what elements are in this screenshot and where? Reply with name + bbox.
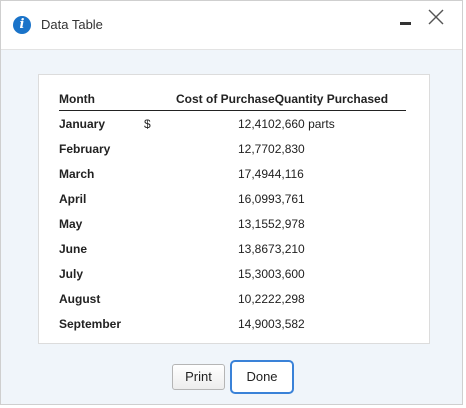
close-button[interactable]: [425, 6, 447, 28]
dialog-content: Month Cost of Purchase Quantity Purchase…: [1, 50, 462, 404]
cell-cost: 15,300: [238, 266, 275, 281]
cell-quantity: 2,978: [274, 216, 305, 231]
title-bar: i Data Table: [1, 1, 462, 50]
cell-month: March: [59, 166, 95, 181]
cell-currency: [144, 186, 176, 211]
table-row: June 13,867 3,210: [59, 236, 406, 261]
cell-quantity: 3,582: [274, 316, 305, 331]
cell-currency: [144, 286, 176, 311]
cell-quantity: 4,116: [274, 166, 304, 181]
cell-quantity: 2,660 parts: [274, 116, 335, 131]
cell-month: January: [59, 116, 106, 131]
table-row: May 13,155 2,978: [59, 211, 406, 236]
close-icon: [428, 9, 444, 25]
cell-quantity: 3,600: [274, 266, 305, 281]
cell-quantity: 3,761: [274, 191, 305, 206]
data-table-dialog: i Data Table Month Cost of Purchase Quan…: [0, 0, 463, 405]
table-body: January $12,410 2,660 parts February 12,770 2…: [59, 111, 406, 337]
header-spacer: [144, 91, 176, 111]
cell-month: June: [59, 241, 88, 256]
table-row: April 16,099 3,761: [59, 186, 406, 211]
table-row: September 14,900 3,582: [59, 311, 406, 336]
cell-currency: [144, 211, 176, 236]
cell-cost: 12,410: [238, 116, 275, 131]
table-header-row: Month Cost of Purchase Quantity Purchase…: [59, 91, 406, 111]
table-panel: Month Cost of Purchase Quantity Purchase…: [38, 74, 430, 344]
cell-cost: 13,155: [238, 216, 275, 231]
cell-cost: 17,494: [238, 166, 275, 181]
table-row: February 12,770 2,830: [59, 136, 406, 161]
cell-month: September: [59, 316, 122, 331]
cell-cost: 13,867: [238, 241, 275, 256]
print-button[interactable]: Print: [172, 364, 225, 390]
minimize-icon: [400, 22, 411, 25]
cell-currency: $: [144, 116, 151, 131]
cell-month: August: [59, 291, 101, 306]
cell-month: February: [59, 141, 111, 156]
table-row: January $12,410 2,660 parts: [59, 111, 406, 137]
cell-cost: 10,222: [238, 291, 275, 306]
done-button[interactable]: Done: [230, 360, 294, 394]
cell-quantity: 2,298: [274, 291, 305, 306]
cell-currency: [144, 311, 176, 336]
cell-currency: [144, 161, 176, 186]
cell-quantity: 3,210: [274, 241, 305, 256]
table-row: August 10,222 2,298: [59, 286, 406, 311]
cell-cost: 12,770: [238, 141, 275, 156]
cell-cost: 14,900: [238, 316, 275, 331]
minimize-button[interactable]: [397, 11, 415, 29]
header-month: Month: [59, 91, 144, 111]
table-row: March 17,494 4,116: [59, 161, 406, 186]
cell-currency: [144, 136, 176, 161]
cell-quantity: 2,830: [274, 141, 305, 156]
cell-currency: [144, 261, 176, 286]
dialog-title: Data Table: [41, 17, 103, 32]
cell-month: July: [59, 266, 84, 281]
data-table: Month Cost of Purchase Quantity Purchase…: [59, 91, 406, 336]
cell-month: April: [59, 191, 87, 206]
cell-cost: 16,099: [238, 191, 275, 206]
cell-month: May: [59, 216, 83, 231]
table-row: July 15,300 3,600: [59, 261, 406, 286]
header-quantity: Quantity Purchased: [274, 91, 406, 111]
cell-currency: [144, 236, 176, 261]
header-cost: Cost of Purchase: [176, 91, 275, 111]
info-icon: i: [13, 16, 31, 34]
